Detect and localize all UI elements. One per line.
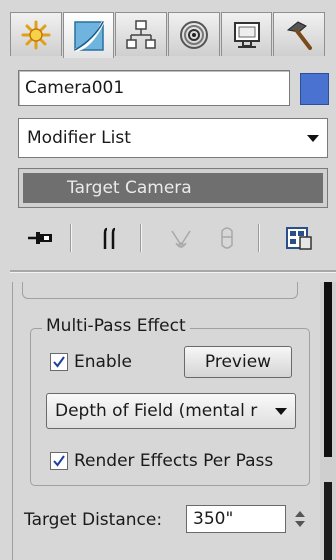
chevron-down-icon — [275, 408, 287, 415]
enable-label: Enable — [74, 352, 132, 372]
toolbar-divider — [258, 224, 260, 252]
enable-checkbox[interactable] — [50, 353, 68, 371]
utilities-icon — [287, 20, 313, 50]
scrollbar-thumb[interactable] — [324, 282, 332, 457]
modify-icon — [73, 20, 104, 51]
object-name-row: Camera001 — [18, 70, 329, 106]
rollout-scrollbar[interactable] — [320, 282, 336, 560]
previous-rollout-bottom — [22, 282, 298, 299]
command-panel-tabs — [10, 12, 326, 58]
spinner-up-icon — [295, 511, 305, 517]
configure-modifier-sets-icon — [286, 227, 312, 250]
render-effects-checkbox[interactable] — [50, 452, 68, 470]
make-unique-icon — [171, 230, 191, 248]
tab-motion[interactable] — [168, 12, 220, 56]
show-end-result-button[interactable] — [94, 220, 128, 256]
tab-modify[interactable] — [62, 12, 115, 58]
tab-utilities[interactable] — [273, 12, 326, 56]
modifier-list-dropdown[interactable]: Modifier List — [18, 118, 328, 158]
motion-icon — [179, 20, 208, 49]
make-unique-button[interactable] — [164, 220, 198, 256]
show-end-result-icon — [103, 227, 116, 249]
multipass-effect-dropdown[interactable]: Depth of Field (mental r — [46, 393, 296, 429]
remove-modifier-button[interactable] — [210, 220, 244, 256]
create-icon — [21, 20, 51, 49]
tab-display[interactable] — [220, 12, 273, 56]
hierarchy-icon — [126, 19, 156, 49]
render-effects-checkbox-row[interactable]: Render Effects Per Pass — [50, 451, 273, 471]
modifier-stack: Target Camera — [18, 168, 328, 208]
panel-divider — [10, 270, 336, 273]
object-name-field[interactable]: Camera001 — [18, 70, 290, 106]
target-distance-label: Target Distance: — [24, 510, 163, 530]
target-distance-field[interactable]: 350" — [186, 505, 286, 533]
pin-stack-button[interactable] — [24, 220, 58, 256]
command-panel: Camera001 Modifier List Target Camera Mu… — [0, 0, 336, 560]
spinner-down-icon — [295, 521, 305, 527]
scrollbar-track — [324, 482, 332, 560]
tab-hierarchy[interactable] — [115, 12, 168, 56]
enable-checkbox-row[interactable]: Enable — [50, 352, 132, 372]
modifier-stack-toolbar — [18, 220, 328, 256]
pin-stack-icon — [28, 232, 52, 244]
stack-item-target-camera[interactable]: Target Camera — [23, 173, 323, 203]
tab-create[interactable] — [10, 12, 62, 56]
display-icon — [233, 21, 260, 48]
target-distance-spinner[interactable] — [292, 505, 308, 533]
remove-modifier-icon — [221, 227, 233, 249]
configure-modifier-sets-button[interactable] — [282, 220, 316, 256]
checkmark-icon — [53, 455, 65, 467]
multipass-effect-title: Multi-Pass Effect — [42, 316, 190, 336]
chevron-down-icon — [307, 135, 319, 142]
multipass-effect-selected: Depth of Field (mental r — [55, 401, 258, 421]
render-effects-label: Render Effects Per Pass — [74, 451, 274, 471]
toolbar-divider — [70, 224, 72, 252]
object-color-swatch[interactable] — [300, 73, 329, 105]
checkmark-icon — [53, 356, 65, 368]
toolbar-divider — [140, 224, 142, 252]
preview-button[interactable]: Preview — [184, 346, 292, 378]
modifier-list-label: Modifier List — [27, 128, 131, 148]
